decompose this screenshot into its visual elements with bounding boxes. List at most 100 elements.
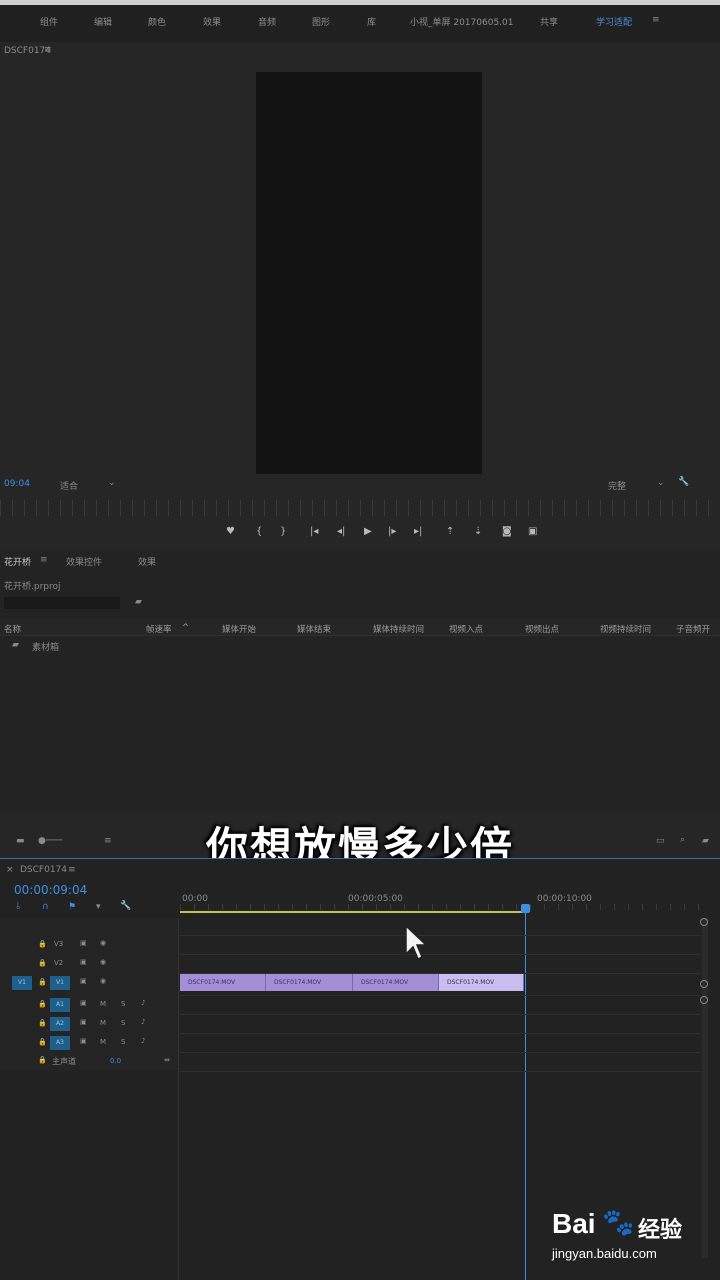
time-ruler[interactable] <box>180 904 700 910</box>
source-patch-v1[interactable]: V1 <box>12 976 32 990</box>
video-clip[interactable]: DSCF0174.MOV <box>180 974 266 991</box>
menu-item-share[interactable]: 共享 <box>540 15 558 28</box>
microphone-icon[interactable]: ♪ <box>141 1018 145 1026</box>
lock-icon[interactable]: 🔒 <box>38 1019 47 1027</box>
column-video-duration[interactable]: 视频持续时间 <box>600 623 651 635</box>
column-video-out[interactable]: 视频出点 <box>525 623 559 635</box>
tab-effects[interactable]: 效果 <box>138 555 156 568</box>
film-icon[interactable]: ▣ <box>80 939 87 947</box>
compare-icon[interactable]: ▣ <box>528 526 537 537</box>
column-media-end[interactable]: 媒体结束 <box>297 623 331 635</box>
microphone-icon[interactable]: ♪ <box>141 1037 145 1045</box>
lock-icon[interactable]: 🔒 <box>38 1038 47 1046</box>
lock-icon[interactable]: 🔒 <box>38 978 47 986</box>
mute-button[interactable]: M <box>100 1038 106 1046</box>
play-icon[interactable]: ▶ <box>364 526 372 537</box>
lift-icon[interactable]: ⇡ <box>446 526 454 537</box>
video-clip-selected[interactable]: DSCF0174.MOV <box>439 974 524 991</box>
menu-item-learn[interactable]: 学习适配 <box>596 15 632 28</box>
panel-menu-icon[interactable]: ≡ <box>44 45 52 55</box>
solo-button[interactable]: S <box>121 1000 125 1008</box>
linked-select-icon[interactable]: ⚑ <box>68 902 76 912</box>
chevron-down-icon[interactable]: ⌄ <box>657 478 665 488</box>
timeline-tab[interactable]: DSCF0174 <box>20 865 67 875</box>
timeline-scrollbar[interactable] <box>702 918 708 1258</box>
film-icon[interactable]: ▣ <box>80 1037 87 1045</box>
video-clip[interactable]: DSCF0174.MOV <box>266 974 353 991</box>
master-volume[interactable]: 0.0 <box>110 1057 121 1065</box>
column-frame-rate[interactable]: 帧速率 <box>146 623 172 635</box>
mute-button[interactable]: M <box>100 1019 106 1027</box>
column-media-duration[interactable]: 媒体持续时间 <box>373 623 424 635</box>
film-icon[interactable]: ▣ <box>80 977 87 985</box>
film-icon[interactable]: ▣ <box>80 958 87 966</box>
monitor-scrub-ruler[interactable] <box>0 500 720 516</box>
column-sub-audio[interactable]: 子音频开 <box>676 623 710 635</box>
panel-menu-icon[interactable]: ≡ <box>40 555 48 565</box>
chevron-down-icon[interactable]: ⌄ <box>108 478 116 488</box>
track-label[interactable]: V2 <box>54 959 63 967</box>
quality-select[interactable]: 完整 <box>608 479 626 492</box>
track-label[interactable]: V1 <box>50 976 70 990</box>
menu-item-effects[interactable]: 效果 <box>203 15 221 28</box>
snap-icon[interactable]: ∩ <box>42 902 49 912</box>
wrench-icon[interactable]: 🔧 <box>678 477 689 487</box>
menu-item-workspace[interactable]: 小视_单屏 20170605.01 <box>410 15 513 28</box>
menu-item-library[interactable]: 库 <box>367 15 376 28</box>
solo-button[interactable]: S <box>121 1019 125 1027</box>
microphone-icon[interactable]: ♪ <box>141 999 145 1007</box>
monitor-timecode[interactable]: 09:04 <box>4 479 30 489</box>
close-icon[interactable]: × <box>6 865 14 875</box>
scroll-handle-mid[interactable] <box>700 980 708 988</box>
video-clip[interactable]: DSCF0174.MOV <box>353 974 439 991</box>
eye-icon[interactable]: ◉ <box>100 958 106 966</box>
go-to-out-icon[interactable]: ▸| <box>414 526 422 537</box>
add-marker-icon[interactable]: ♥ <box>226 526 235 537</box>
search-input[interactable] <box>4 597 120 609</box>
playhead-line[interactable] <box>525 912 526 1280</box>
camera-icon[interactable]: ◙ <box>502 526 512 537</box>
track-label[interactable]: A1 <box>50 998 70 1012</box>
track-label[interactable]: A3 <box>50 1036 70 1050</box>
solo-button[interactable]: S <box>121 1038 125 1046</box>
menu-item-audio[interactable]: 音频 <box>258 15 276 28</box>
film-icon[interactable]: ▣ <box>80 999 87 1007</box>
extract-icon[interactable]: ⇣ <box>474 526 482 537</box>
eye-icon[interactable]: ◉ <box>100 939 106 947</box>
eye-icon[interactable]: ◉ <box>100 977 106 985</box>
sort-arrow-icon[interactable]: ^ <box>182 623 189 633</box>
lock-icon[interactable]: 🔒 <box>38 959 47 967</box>
bin-item[interactable]: 素材箱 <box>32 640 59 653</box>
scroll-handle-top[interactable] <box>700 918 708 926</box>
work-area-bar[interactable] <box>180 911 526 913</box>
panel-menu-icon[interactable]: ≡ <box>68 865 76 875</box>
tab-effect-controls[interactable]: 效果控件 <box>66 555 102 568</box>
lock-icon[interactable]: 🔒 <box>38 1056 47 1064</box>
folder-icon[interactable]: ▰ <box>135 597 142 607</box>
menu-item-graphics[interactable]: 图形 <box>312 15 330 28</box>
lock-icon[interactable]: 🔒 <box>38 940 47 948</box>
expand-icon[interactable]: ⇹ <box>164 1056 170 1064</box>
menu-item-color[interactable]: 颜色 <box>148 15 166 28</box>
step-forward-icon[interactable]: |▸ <box>388 526 396 537</box>
lock-icon[interactable]: 🔒 <box>38 1000 47 1008</box>
menu-item-assembly[interactable]: 组件 <box>40 15 58 28</box>
timeline-timecode[interactable]: 00:00:09:04 <box>14 883 87 897</box>
go-to-in-icon[interactable]: |◂ <box>310 526 318 537</box>
marker-icon[interactable]: ▾ <box>96 902 101 912</box>
column-name[interactable]: 名称 <box>4 623 21 635</box>
mute-button[interactable]: M <box>100 1000 106 1008</box>
column-video-in[interactable]: 视频入点 <box>449 623 483 635</box>
menu-more-icon[interactable]: ≡ <box>652 15 660 25</box>
column-media-start[interactable]: 媒体开始 <box>222 623 256 635</box>
track-label[interactable]: V3 <box>54 940 63 948</box>
track-label[interactable]: A2 <box>50 1017 70 1031</box>
wrench-icon[interactable]: 🔧 <box>120 901 131 911</box>
mark-out-icon[interactable]: } <box>280 526 286 537</box>
film-icon[interactable]: ▣ <box>80 1018 87 1026</box>
menu-item-edit[interactable]: 编辑 <box>94 15 112 28</box>
step-back-icon[interactable]: ◂| <box>337 526 345 537</box>
tab-project[interactable]: 花开桥 <box>4 555 31 568</box>
nest-icon[interactable]: ⫰ <box>16 902 20 912</box>
mark-in-icon[interactable]: { <box>256 526 262 537</box>
